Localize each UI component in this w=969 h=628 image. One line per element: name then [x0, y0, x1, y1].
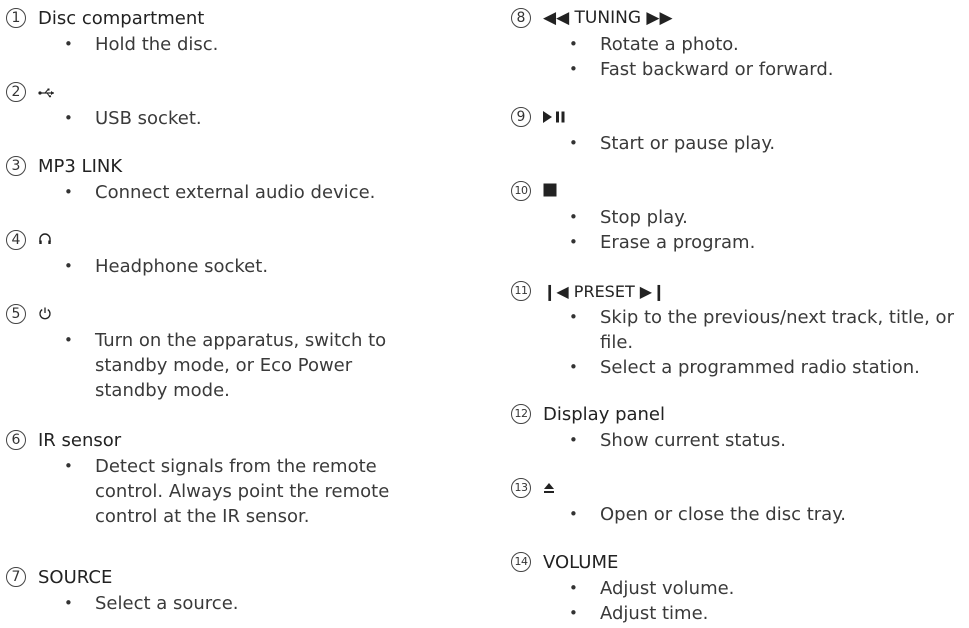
item-number: 11: [511, 281, 531, 301]
bullet-item: • Show current status.: [569, 430, 786, 451]
bullet-item: • Open or close the disc tray.: [569, 504, 846, 525]
bullet-item: • Select a source.: [64, 593, 239, 614]
item-number: 3: [6, 156, 26, 176]
item-source: 7 SOURCE • Select a source.: [0, 563, 470, 616]
bullet-item: • Headphone socket.: [64, 256, 269, 277]
item-number: 7: [6, 567, 26, 587]
bullet-item: • Detect signals from the remote control.…: [64, 456, 390, 527]
item-volume: 14 VOLUME • Adjust volume. • Adjust time.: [505, 548, 969, 626]
item-number: 5: [6, 304, 26, 324]
bullet-item: • USB socket.: [64, 108, 202, 129]
item-number: 8: [511, 8, 531, 28]
headphone-icon: [38, 231, 52, 250]
item-mp3-link: 3 MP3 LINK • Connect external audio devic…: [0, 152, 470, 205]
stop-icon: [543, 182, 557, 201]
item-title: ❙◀ PRESET ▶❙: [543, 281, 666, 301]
item-number: 14: [511, 552, 531, 572]
usb-icon: [38, 83, 56, 102]
bullet-item: • Fast backward or forward.: [569, 59, 834, 80]
bullet-item: • Erase a program.: [569, 232, 756, 253]
item-number: 6: [6, 430, 26, 450]
bullet-item: • Hold the disc.: [64, 34, 219, 55]
item-display-panel: 12 Display panel • Show current status.: [505, 400, 969, 453]
item-eject: 13 • Open or close the disc tray.: [505, 474, 969, 527]
item-usb: 2 • USB socket.: [0, 78, 470, 131]
item-headphone: 4 • Headphone socket.: [0, 226, 470, 279]
bullet-item: • Skip to the previous/next track, title,…: [569, 307, 954, 353]
bullet-item: • Start or pause play.: [569, 133, 776, 154]
item-number: 2: [6, 82, 26, 102]
item-play-pause: 9 • Start or pause play.: [505, 103, 969, 156]
item-title: SOURCE: [38, 566, 113, 588]
bullet-item: • Adjust time.: [569, 603, 709, 624]
bullet-item: • Rotate a photo.: [569, 34, 739, 55]
item-ir-sensor: 6 IR sensor • Detect signals from the rem…: [0, 426, 470, 529]
item-title: VOLUME: [543, 551, 619, 573]
item-disc-compartment: 1 Disc compartment • Hold the disc.: [0, 4, 470, 57]
item-stop: 10 • Stop play. • Erase a program.: [505, 177, 969, 255]
item-title: ◀◀ TUNING ▶▶: [543, 8, 673, 28]
item-number: 1: [6, 8, 26, 28]
bullet-item: • Stop play.: [569, 207, 688, 228]
bullet-item: • Adjust volume.: [569, 578, 735, 599]
item-tuning: 8 ◀◀ TUNING ▶▶ • Rotate a photo. • Fast ba…: [505, 4, 969, 82]
item-power: 5 • Turn on the apparatus, switch to stan…: [0, 300, 470, 403]
item-title: Display panel: [543, 403, 666, 425]
bullet-item: • Connect external audio device.: [64, 182, 376, 203]
item-title: Disc compartment: [38, 7, 205, 29]
item-number: 4: [6, 230, 26, 250]
item-number: 9: [511, 107, 531, 127]
item-title: IR sensor: [38, 429, 122, 451]
play-pause-icon: [543, 108, 567, 127]
bullet-item: • Select a programmed radio station.: [569, 357, 920, 378]
power-icon: [38, 305, 52, 324]
item-number: 13: [511, 478, 531, 498]
bullet-item: • Turn on the apparatus, switch to standb…: [64, 330, 387, 401]
eject-icon: [543, 479, 555, 498]
item-number: 12: [511, 404, 531, 424]
item-preset: 11 ❙◀ PRESET ▶❙ • Skip to the previous/ne…: [505, 277, 969, 380]
item-title: MP3 LINK: [38, 155, 123, 177]
item-number: 10: [511, 181, 531, 201]
